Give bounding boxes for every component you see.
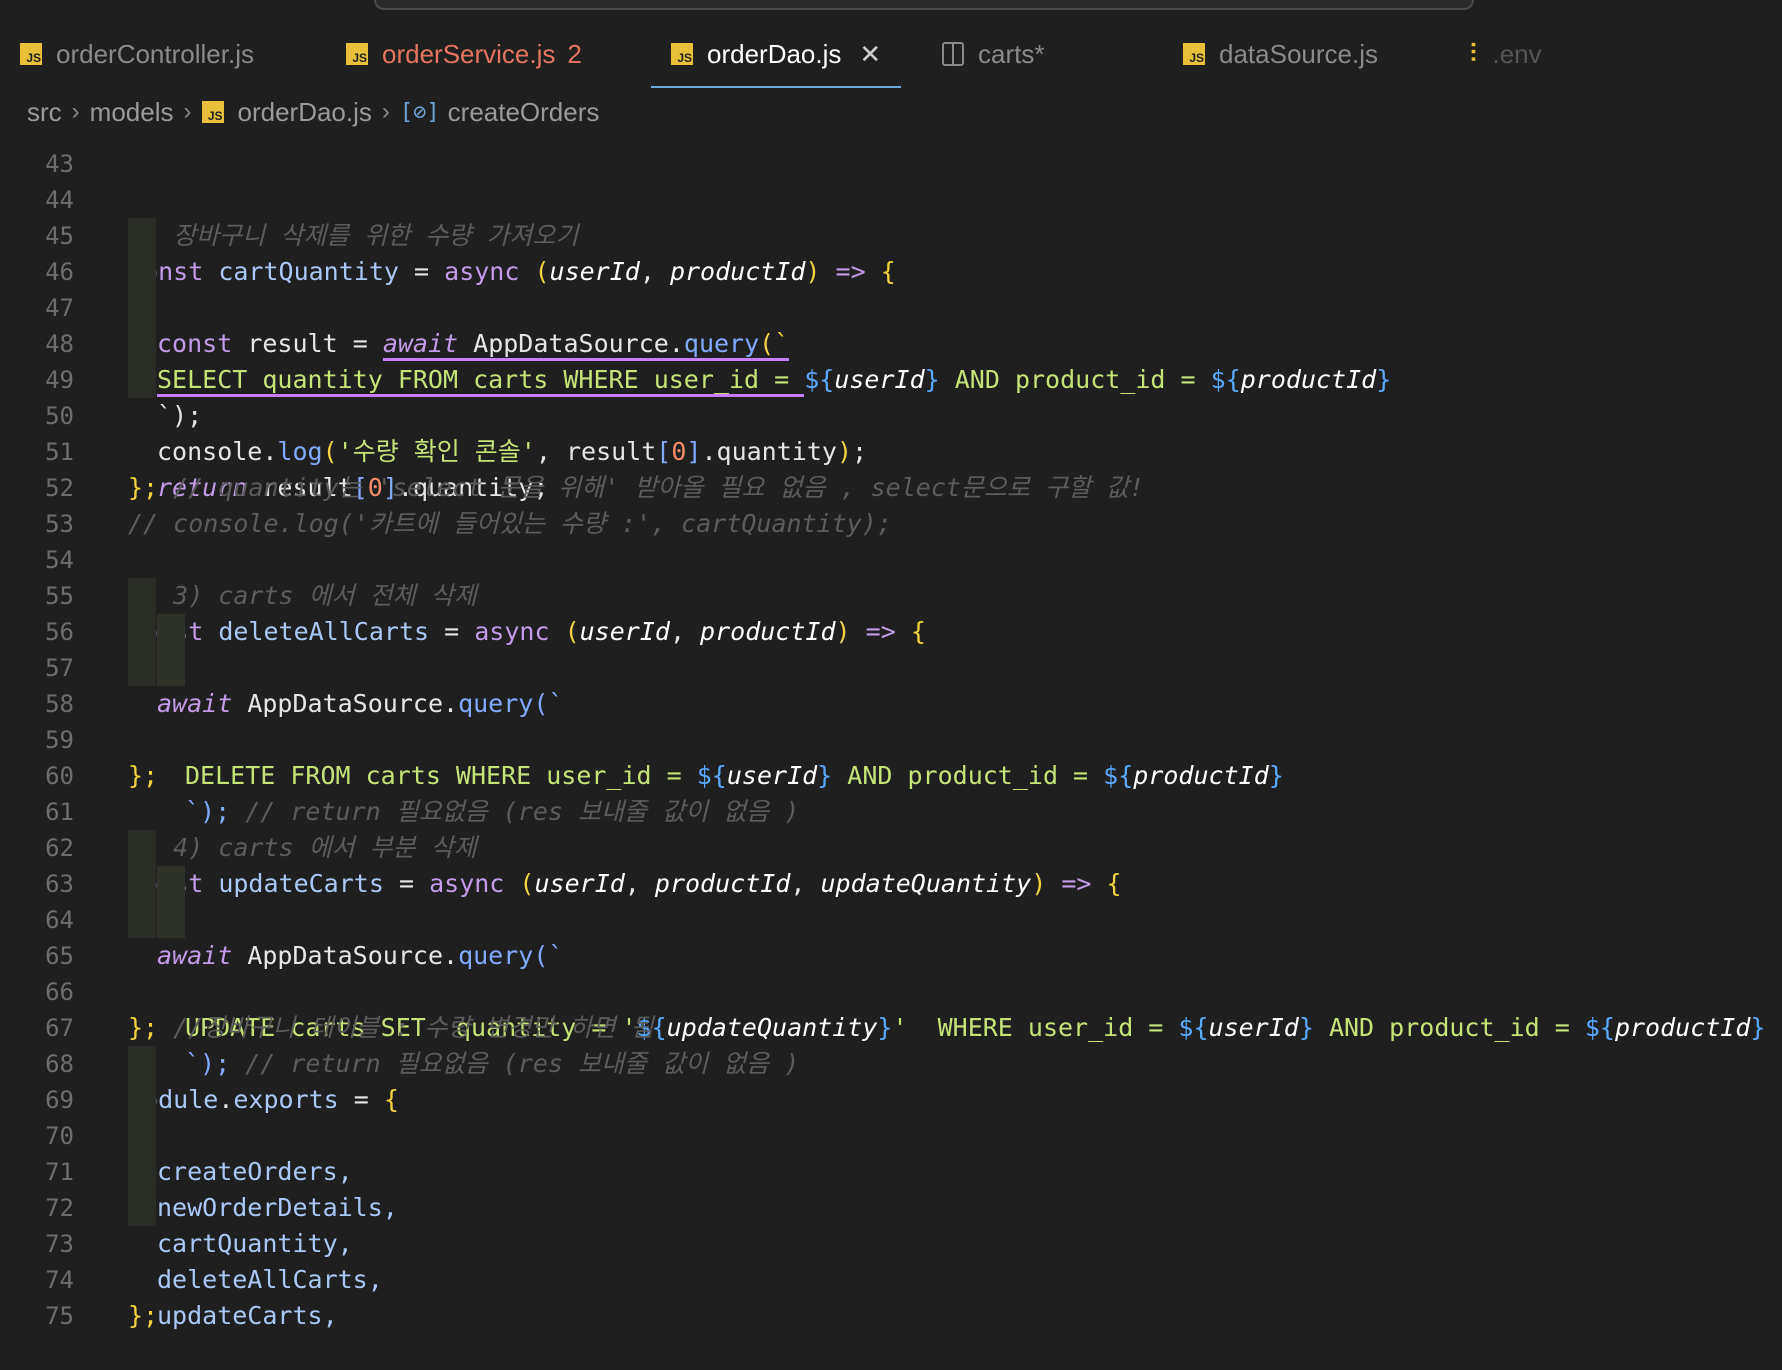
close-icon[interactable]: ✕ (859, 39, 881, 70)
code-line: 75 (0, 1262, 1782, 1330)
code-line: 45 const cartQuantity = async (userId, p… (0, 182, 1782, 286)
code-line: 53 (0, 470, 1782, 538)
js-file-icon: JS (1183, 43, 1205, 65)
settings-icon: ⫶ (1470, 38, 1477, 68)
js-file-icon: JS (671, 43, 693, 65)
code-line: 66 }; //장바구니 테이블 : 수량 변경만 하면 됨 (0, 938, 1782, 1042)
problem-count-badge: 2 (567, 38, 582, 69)
tab-label: orderService.js (382, 38, 556, 69)
code-line: 44 // 장바구니 삭제를 위한 수량 가져오기 (0, 146, 1782, 250)
code-line: 52 // console.log('카트에 들어있는 수량 :', cartQ… (0, 434, 1782, 538)
tab-label: carts* (978, 38, 1045, 69)
code-line: 55 const deleteAllCarts = async (userId,… (0, 542, 1782, 646)
code-line: 74 }; (0, 1226, 1782, 1330)
code-line: 64 UPDATE carts SET quantity = '${update… (0, 866, 1782, 1042)
command-center[interactable] (374, 0, 1474, 10)
code-line: 72 deleteAllCarts, (0, 1154, 1782, 1294)
split-editor-icon (942, 42, 964, 66)
code-line: 73 updateCarts, (0, 1190, 1782, 1330)
tab-order-controller[interactable]: JS orderController.js (20, 20, 254, 88)
code-line: 67 (0, 974, 1782, 1042)
js-file-icon: JS (346, 43, 368, 65)
code-line: 63 await AppDataSource.query(` (0, 830, 1782, 970)
tab-order-dao[interactable]: JS orderDao.js ✕ (650, 20, 902, 88)
code-line: 70 newOrderDetails, (0, 1082, 1782, 1222)
code-editor[interactable]: 43 44 // 장바구니 삭제를 위한 수량 가져오기 45 const ca… (0, 126, 1782, 1330)
tab-carts[interactable]: carts* (942, 20, 1044, 88)
tab-env[interactable]: ⫶ .env (1470, 20, 1542, 88)
code-line: 69 createOrders, (0, 1046, 1782, 1186)
code-line: 48 `); (0, 290, 1782, 430)
code-line: 71 cartQuantity, (0, 1118, 1782, 1258)
code-line: 62 const updateCarts = async (userId, pr… (0, 794, 1782, 898)
code-line: 59 }; (0, 686, 1782, 790)
code-line: 57 DELETE FROM carts WHERE user_id = ${u… (0, 614, 1782, 790)
code-line: 46 const result = await AppDataSource.qu… (0, 218, 1782, 361)
code-line: 43 (0, 110, 1782, 178)
line-number: 75 (45, 1302, 74, 1330)
tab-label: .env (1492, 38, 1542, 69)
tab-data-source[interactable]: JS dataSource.js (1183, 20, 1378, 88)
code-line: 51 }; // quantity는 'select 문을 위해' 받아올 필요… (0, 398, 1782, 502)
tab-label: orderController.js (56, 38, 254, 69)
code-line: 50 return result[0].quantity; (0, 362, 1782, 502)
tab-label: dataSource.js (1219, 38, 1378, 69)
code-line: 65 `); // return 필요없음 (res 보내줄 값이 없음 ) (0, 902, 1782, 1078)
code-line: 49 console.log('수량 확인 콘솔', result[0].qua… (0, 326, 1782, 466)
code-line: 47 SELECT quantity FROM carts WHERE user… (0, 254, 1782, 397)
code-line: 61 // 4) carts 에서 부분 삭제 (0, 758, 1782, 862)
editor-tab-bar: JS orderController.js JS orderService.js… (0, 20, 1782, 88)
tab-order-service[interactable]: JS orderService.js 2 (346, 20, 582, 88)
code-line: 54 // 3) carts 에서 전체 삭제 (0, 506, 1782, 610)
tab-label: orderDao.js (707, 38, 842, 69)
code-line: 58 `); // return 필요없음 (res 보내줄 값이 없음 ) (0, 650, 1782, 826)
code-line: 56 await AppDataSource.query(` (0, 578, 1782, 718)
js-file-icon: JS (20, 43, 42, 65)
code-line: 60 (0, 722, 1782, 790)
code-line: 68 module.exports = { (0, 1010, 1782, 1114)
